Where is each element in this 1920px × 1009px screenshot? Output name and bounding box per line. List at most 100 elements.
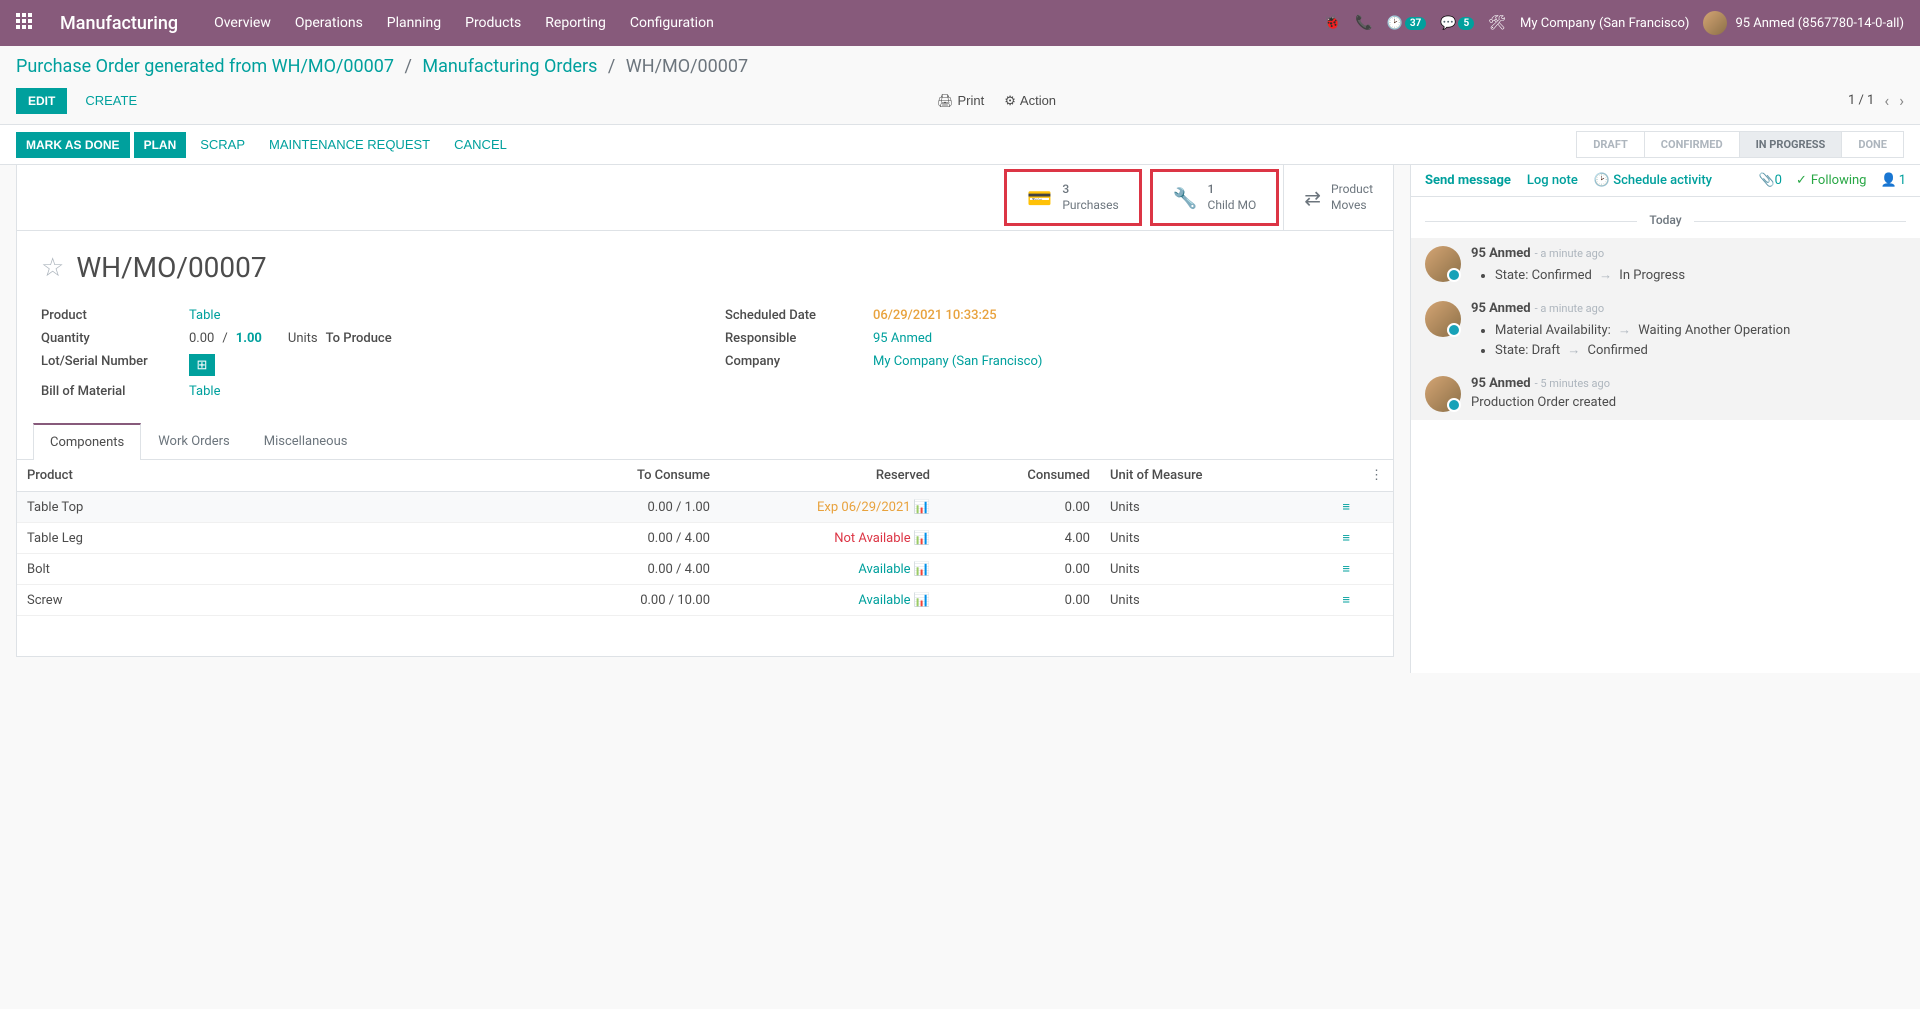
notebook-tabs: Components Work Orders Miscellaneous	[17, 423, 1393, 460]
maintenance-button[interactable]: MAINTENANCE REQUEST	[259, 131, 440, 158]
breadcrumb-item-1[interactable]: Manufacturing Orders	[422, 56, 597, 77]
tab-work-orders[interactable]: Work Orders	[141, 423, 247, 460]
send-message-button[interactable]: Send message	[1425, 173, 1511, 188]
tab-misc[interactable]: Miscellaneous	[247, 423, 365, 460]
quantity-label: Quantity	[41, 331, 189, 346]
chat-badge: 5	[1458, 17, 1474, 30]
bug-icon[interactable]: 🐞	[1324, 15, 1341, 31]
plan-button[interactable]: PLAN	[134, 132, 187, 158]
components-table: Product To Consume Reserved Consumed Uni…	[17, 460, 1393, 616]
details-icon[interactable]: ≡	[1342, 593, 1350, 608]
message-change: State: Draft → Confirmed	[1495, 340, 1906, 360]
stat-product-moves[interactable]: ⇄ ProductMoves	[1283, 165, 1393, 230]
menu-products[interactable]: Products	[465, 15, 521, 31]
status-steps: DRAFT CONFIRMED IN PROGRESS DONE	[1576, 131, 1904, 158]
schedule-activity-button[interactable]: 🕑 Schedule activity	[1594, 173, 1712, 188]
breadcrumb-item-0[interactable]: Purchase Order generated from WH/MO/0000…	[16, 56, 394, 77]
record-title: WH/MO/00007	[76, 251, 266, 284]
bom-value[interactable]: Table	[189, 384, 220, 399]
table-row[interactable]: Bolt0.00 / 4.00Available 📊0.00Units≡	[17, 554, 1393, 585]
details-icon[interactable]: ≡	[1342, 562, 1350, 577]
sched-value: 06/29/2021 10:33:25	[873, 308, 997, 323]
timer-button[interactable]: 🕑37	[1387, 16, 1427, 31]
check-icon: ✓	[1796, 173, 1807, 188]
cancel-button[interactable]: CANCEL	[444, 131, 517, 158]
following-button[interactable]: ✓Following	[1796, 173, 1867, 188]
company-selector[interactable]: My Company (San Francisco)	[1520, 16, 1689, 31]
timer-badge: 37	[1405, 17, 1426, 30]
table-row[interactable]: Screw0.00 / 10.00Available 📊0.00Units≡	[17, 585, 1393, 616]
col-consumed: Consumed	[940, 460, 1100, 492]
create-button[interactable]: CREATE	[77, 87, 145, 114]
menu-planning[interactable]: Planning	[387, 15, 441, 31]
transfer-icon: ⇄	[1304, 186, 1321, 210]
menu-overview[interactable]: Overview	[214, 15, 271, 31]
message-author[interactable]: 95 Anmed	[1471, 376, 1531, 391]
qty-done: 0.00	[189, 331, 214, 346]
edit-button[interactable]: EDIT	[16, 88, 67, 114]
lot-label: Lot/Serial Number	[41, 354, 189, 376]
chart-icon[interactable]: 📊	[914, 593, 930, 608]
cell-consumed: 0.00	[940, 554, 1100, 585]
cell-product: Screw	[17, 585, 334, 616]
product-value[interactable]: Table	[189, 308, 220, 323]
message-change: Material Availability: → Waiting Another…	[1495, 320, 1906, 340]
user-avatar	[1703, 11, 1727, 35]
company-value[interactable]: My Company (San Francisco)	[873, 354, 1042, 369]
phone-icon[interactable]: 📞	[1355, 15, 1372, 31]
details-icon[interactable]: ≡	[1342, 500, 1350, 515]
status-draft[interactable]: DRAFT	[1576, 131, 1645, 158]
table-options-icon[interactable]: ⋮	[1370, 468, 1383, 483]
message-author[interactable]: 95 Anmed	[1471, 301, 1531, 316]
cell-reserved: Exp 06/29/2021 📊	[720, 492, 940, 523]
menu-reporting[interactable]: Reporting	[545, 15, 606, 31]
table-row[interactable]: Table Top0.00 / 1.00Exp 06/29/2021 📊0.00…	[17, 492, 1393, 523]
app-brand[interactable]: Manufacturing	[60, 13, 178, 34]
menu-operations[interactable]: Operations	[295, 15, 363, 31]
user-menu[interactable]: 95 Anmed (8567780-14-0-all)	[1703, 11, 1904, 35]
chart-icon[interactable]: 📊	[914, 562, 930, 577]
message-author[interactable]: 95 Anmed	[1471, 246, 1531, 261]
status-confirmed[interactable]: CONFIRMED	[1645, 131, 1740, 158]
tab-components[interactable]: Components	[33, 423, 141, 460]
messages-button[interactable]: 💬5	[1440, 16, 1474, 31]
chart-icon[interactable]: 📊	[914, 531, 930, 546]
favorite-star-icon[interactable]: ☆	[41, 253, 64, 283]
menu-configuration[interactable]: Configuration	[630, 15, 714, 31]
stat-child-mo[interactable]: 🔧 1Child MO	[1150, 169, 1280, 226]
main-menu: Overview Operations Planning Products Re…	[214, 15, 1324, 31]
message-avatar	[1425, 246, 1461, 282]
stat-purchases[interactable]: 💳 3Purchases	[1004, 169, 1141, 226]
details-icon[interactable]: ≡	[1342, 531, 1350, 546]
chart-icon[interactable]: 📊	[914, 500, 930, 515]
log-note-button[interactable]: Log note	[1527, 173, 1578, 188]
scrap-button[interactable]: SCRAP	[190, 131, 255, 158]
pager-next[interactable]: ›	[1899, 91, 1904, 110]
cell-to-consume: 0.00 / 10.00	[334, 585, 720, 616]
col-to-consume: To Consume	[334, 460, 720, 492]
cell-uom: Units	[1100, 523, 1280, 554]
print-button[interactable]: 🖨Print	[937, 93, 984, 109]
resp-label: Responsible	[725, 331, 873, 346]
resp-value[interactable]: 95 Anmed	[873, 331, 932, 346]
attachments-button[interactable]: 📎0	[1758, 173, 1782, 188]
cell-reserved: Available 📊	[720, 585, 940, 616]
status-in-progress[interactable]: IN PROGRESS	[1740, 131, 1843, 158]
lot-add-button[interactable]: ⊞	[189, 354, 215, 376]
person-icon: 👤	[1881, 173, 1897, 188]
mark-done-button[interactable]: MARK AS DONE	[16, 132, 130, 158]
action-button[interactable]: ⚙Action	[1004, 93, 1056, 109]
col-reserved: Reserved	[720, 460, 940, 492]
message-change: State: Confirmed → In Progress	[1495, 265, 1906, 285]
followers-button[interactable]: 👤1	[1881, 173, 1907, 188]
status-done[interactable]: DONE	[1842, 131, 1904, 158]
cell-reserved: Not Available 📊	[720, 523, 940, 554]
tools-icon[interactable]: 🛠	[1488, 15, 1506, 31]
cell-consumed: 0.00	[940, 585, 1100, 616]
pager-prev[interactable]: ‹	[1884, 91, 1889, 110]
product-label: Product	[41, 308, 189, 323]
apps-icon[interactable]	[16, 13, 36, 33]
table-row[interactable]: Table Leg0.00 / 4.00Not Available 📊4.00U…	[17, 523, 1393, 554]
chatter-message: 95 Anmed- a minute agoMaterial Availabil…	[1411, 293, 1920, 368]
message-avatar	[1425, 376, 1461, 412]
